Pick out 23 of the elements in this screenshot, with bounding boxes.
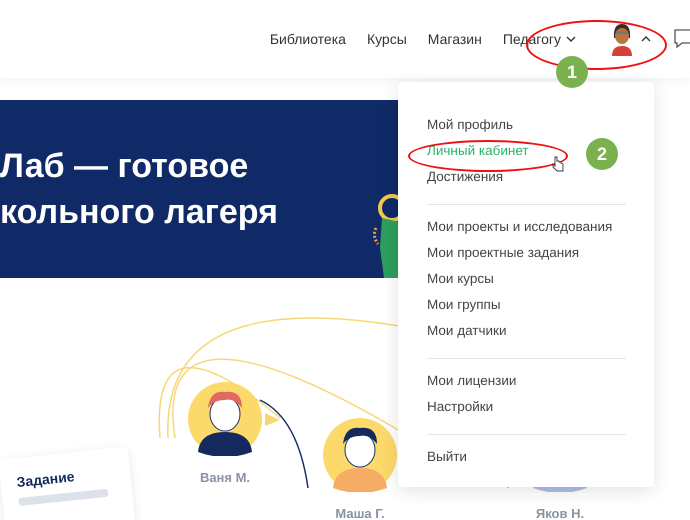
menu-item[interactable]: Мои датчики (427, 318, 506, 344)
menu-item[interactable]: Настройки (427, 394, 494, 420)
hero-title: Лаб — готовое кольного лагеря (0, 146, 278, 233)
hand-cursor-icon (552, 156, 564, 172)
menu-item[interactable]: Мои проектные задания (427, 240, 580, 266)
menu-item[interactable]: Мои курсы (427, 266, 494, 292)
chat-icon[interactable] (674, 29, 690, 49)
student-name: Ваня М. (198, 470, 252, 485)
user-menu-button[interactable] (611, 22, 651, 56)
nav-link[interactable]: Магазин (428, 31, 482, 47)
menu-item[interactable]: Мои лицензии (427, 368, 516, 394)
student-name: Маша Г. (334, 506, 386, 520)
chevron-up-icon (641, 36, 651, 42)
nav-link[interactable]: Курсы (366, 31, 407, 47)
menu-item[interactable]: Мой профиль (427, 112, 514, 138)
student-name: Яков Н. (534, 506, 586, 520)
menu-item[interactable]: Мои проекты и исследования (427, 214, 612, 240)
menu-item[interactable]: Выйти (427, 444, 467, 470)
task-card-title: Задание (16, 467, 76, 490)
menu-item[interactable]: Мои группы (427, 292, 501, 318)
avatar-icon (611, 22, 633, 56)
menu-item[interactable]: Достижения (427, 164, 504, 190)
nav-link[interactable]: Библиотека (270, 31, 346, 47)
